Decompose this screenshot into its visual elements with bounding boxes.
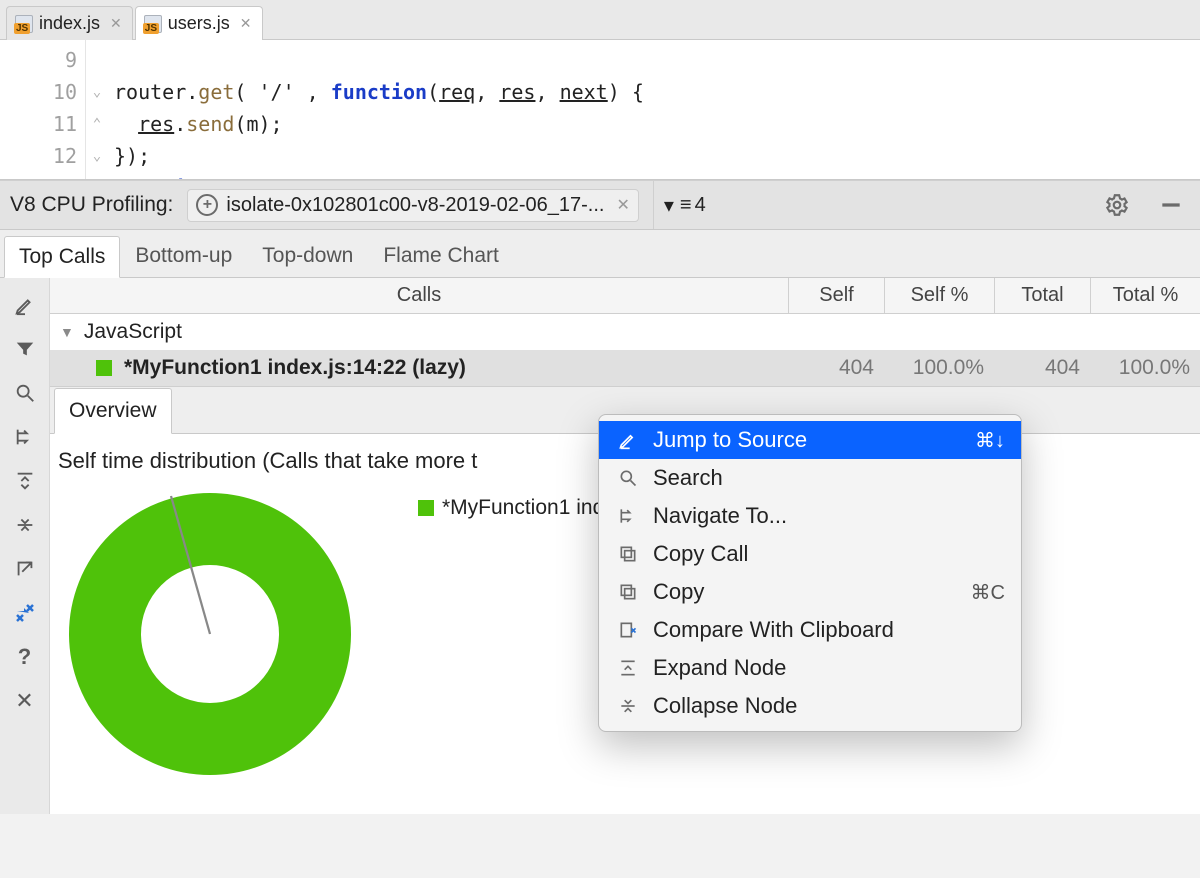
tab-top-calls[interactable]: Top Calls <box>4 236 120 278</box>
chevron-down-icon: ▾ <box>664 193 674 218</box>
row-label: *MyFunction1 index.js:14:22 (lazy) <box>124 356 466 380</box>
color-swatch <box>96 360 112 376</box>
collapse-all-icon[interactable] <box>12 512 38 538</box>
profiling-toolbar: V8 CPU Profiling: + isolate-0x102801c00-… <box>0 180 1200 230</box>
tab-top-down[interactable]: Top-down <box>247 235 368 277</box>
menu-expand-node[interactable]: Expand Node <box>599 649 1021 687</box>
line-gutter: 9 10 11 12 <box>0 40 86 179</box>
menu-copy[interactable]: Copy ⌘C <box>599 573 1021 611</box>
tab-flame-chart[interactable]: Flame Chart <box>368 235 514 277</box>
tree-row-myfunction1[interactable]: *MyFunction1 index.js:14:22 (lazy) 404 1… <box>50 350 1200 386</box>
menu-copy-call[interactable]: Copy Call <box>599 535 1021 573</box>
compare-icon <box>615 620 641 640</box>
tab-overview[interactable]: Overview <box>54 388 172 434</box>
copy-icon <box>615 582 641 602</box>
profiling-run-label: isolate-0x102801c00-v8-2019-02-06_17-... <box>226 194 604 217</box>
expand-icon <box>615 658 641 678</box>
column-total[interactable]: Total <box>994 278 1090 313</box>
menu-jump-to-source[interactable]: Jump to Source ⌘↓ <box>599 421 1021 459</box>
close-icon[interactable]: ✕ <box>240 15 252 32</box>
pencil-icon <box>615 430 641 450</box>
table-column-headers: Calls Self Self % Total Total % <box>50 278 1200 314</box>
column-self-pct[interactable]: Self % <box>884 278 994 313</box>
filter-lines-icon: ≡ <box>680 194 689 217</box>
profiling-view-tabs: Top Calls Bottom-up Top-down Flame Chart <box>0 230 1200 278</box>
chevron-down-icon: ▼ <box>60 324 74 340</box>
editor-tab-index[interactable]: JS index.js ✕ <box>6 6 133 40</box>
editor-tab-users[interactable]: JS users.js ✕ <box>135 6 263 40</box>
copy-icon <box>615 544 641 564</box>
search-icon[interactable] <box>12 380 38 406</box>
editor-tab-label: index.js <box>39 13 100 34</box>
editor-tab-bar: JS index.js ✕ JS users.js ✕ <box>0 0 1200 40</box>
menu-search[interactable]: Search <box>599 459 1021 497</box>
column-self[interactable]: Self <box>788 278 884 313</box>
gear-icon[interactable] <box>1104 192 1130 218</box>
close-icon[interactable]: ✕ <box>110 15 122 32</box>
filter-dropdown[interactable]: ▾ ≡ 4 <box>653 181 716 229</box>
profiling-title: V8 CPU Profiling: <box>10 193 173 217</box>
fold-column: ⌄⌃⌄ <box>86 40 108 179</box>
help-icon[interactable]: ? <box>12 644 38 670</box>
menu-compare-clipboard[interactable]: Compare With Clipboard <box>599 611 1021 649</box>
chart-legend-item[interactable]: *MyFunction1 ind <box>418 496 604 520</box>
cell-total-pct: 100.0% <box>1090 356 1200 380</box>
navigate-icon[interactable] <box>12 424 38 450</box>
cell-self-pct: 100.0% <box>884 356 994 380</box>
group-label: JavaScript <box>84 320 182 344</box>
close-icon[interactable]: ✕ <box>616 195 629 215</box>
tree-group-javascript[interactable]: ▼ JavaScript <box>50 314 1200 350</box>
profiling-side-toolbar: ? ✕ <box>0 278 50 814</box>
menu-collapse-node[interactable]: Collapse Node <box>599 687 1021 725</box>
compare-icon[interactable] <box>12 600 38 626</box>
color-swatch <box>418 500 434 516</box>
expand-all-icon[interactable] <box>12 468 38 494</box>
js-file-icon: JS <box>15 15 33 33</box>
search-icon <box>615 468 641 488</box>
close-icon[interactable]: ✕ <box>12 688 38 714</box>
navigate-icon <box>615 506 641 526</box>
cell-self: 404 <box>788 356 884 380</box>
js-file-icon: JS <box>144 15 162 33</box>
pencil-icon[interactable] <box>12 292 38 318</box>
cell-total: 404 <box>994 356 1090 380</box>
call-tree: ▼ JavaScript *MyFunction1 index.js:14:22… <box>50 314 1200 386</box>
legend-label: *MyFunction1 ind <box>442 496 604 520</box>
filter-icon[interactable] <box>12 336 38 362</box>
code-editor[interactable]: 9 10 11 12 ⌄⌃⌄ router.get( '/' , functio… <box>0 40 1200 180</box>
tab-bottom-up[interactable]: Bottom-up <box>120 235 247 277</box>
profiling-run-tab[interactable]: + isolate-0x102801c00-v8-2019-02-06_17-.… <box>187 189 638 222</box>
context-menu: Jump to Source ⌘↓ Search Navigate To... … <box>598 414 1022 732</box>
plus-circle-icon: + <box>196 194 218 216</box>
donut-chart <box>60 484 360 784</box>
minimize-icon[interactable] <box>1158 192 1184 218</box>
menu-navigate-to[interactable]: Navigate To... <box>599 497 1021 535</box>
export-icon[interactable] <box>12 556 38 582</box>
column-calls[interactable]: Calls <box>50 284 788 307</box>
column-total-pct[interactable]: Total % <box>1090 278 1200 313</box>
code-content[interactable]: router.get( '/' , function(req, res, nex… <box>108 40 644 179</box>
editor-tab-label: users.js <box>168 13 230 34</box>
collapse-icon <box>615 696 641 716</box>
